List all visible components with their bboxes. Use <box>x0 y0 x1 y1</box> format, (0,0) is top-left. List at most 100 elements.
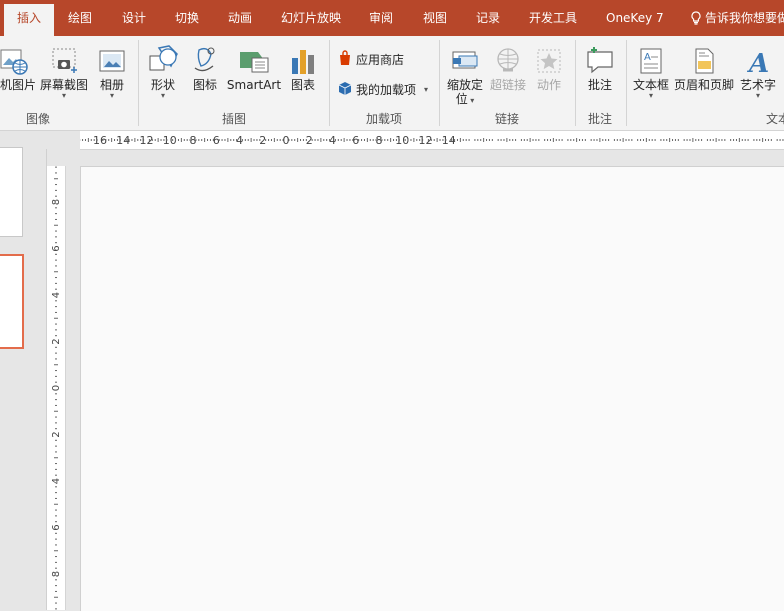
store-label: 应用商店 <box>356 53 405 67</box>
action-label: 动作 <box>536 78 561 92</box>
icons-label: 图标 <box>192 78 217 92</box>
photo-album-label: 相册 <box>99 78 124 92</box>
ruler-label: 8 <box>51 199 62 205</box>
screenshot-icon <box>52 48 77 73</box>
tab-transitions[interactable]: 切换 <box>175 0 199 36</box>
ruler-label: 14 <box>116 134 130 147</box>
hyperlink-button[interactable]: 超链接 <box>488 42 528 92</box>
vertical-ruler[interactable]: 8 6 4 2 0 2 4 6 8 <box>47 166 66 610</box>
group-separator <box>575 40 576 126</box>
group-label-comments: 批注 <box>588 112 613 126</box>
wordart-label: 艺术字 <box>739 78 776 92</box>
icons-button[interactable]: 图标 <box>187 42 223 92</box>
my-addins-label: 我的加载项 <box>356 83 417 97</box>
tab-draw[interactable]: 绘图 <box>68 0 92 36</box>
tab-design[interactable]: 设计 <box>122 0 146 36</box>
slide-thumbnail[interactable] <box>0 147 23 237</box>
textbox-button[interactable]: A 文本框 ▾ <box>632 42 670 100</box>
tab-animations[interactable]: 动画 <box>228 0 252 36</box>
comment-icon <box>587 47 613 74</box>
tab-insert[interactable]: 插入 <box>4 4 54 36</box>
ruler-label: 6 <box>51 245 62 251</box>
screenshot-label: 屏幕截图 <box>39 78 88 92</box>
shapes-dropdown-arrow: ▾ <box>160 91 165 100</box>
icons-icon <box>194 47 215 72</box>
lightbulb-icon <box>691 11 701 25</box>
group-label-illustrations: 插图 <box>222 112 247 126</box>
online-pictures-button[interactable]: 机图片 <box>0 42 36 92</box>
vertical-ruler-ticks: 8 6 4 2 0 2 4 6 8 <box>51 166 62 610</box>
textbox-icon: A <box>640 48 662 74</box>
group-label-links: 链接 <box>495 112 520 126</box>
zoom-label: 缩放定 <box>446 78 483 92</box>
comment-button[interactable]: 批注 <box>582 42 618 92</box>
store-button[interactable]: 应用商店 <box>337 50 404 69</box>
ruler-label: 2 <box>51 431 62 437</box>
tab-onekey[interactable]: OneKey 7 <box>606 0 664 36</box>
ruler-label: 12 <box>419 134 433 147</box>
smartart-icon <box>240 52 269 73</box>
slide-thumbnail-selected[interactable] <box>0 254 24 349</box>
tab-slideshow[interactable]: 幻灯片放映 <box>281 0 341 36</box>
comment-label: 批注 <box>587 78 612 92</box>
store-icon <box>340 50 350 65</box>
textbox-label: 文本框 <box>632 78 669 92</box>
ruler-corner <box>46 131 80 149</box>
header-footer-button[interactable]: 页眉和页脚 <box>673 42 735 92</box>
tell-me-box[interactable]: 告诉我你想要做什么 <box>690 0 784 36</box>
ruler-label: 4 <box>51 478 62 484</box>
shapes-label: 形状 <box>150 78 175 92</box>
ruler-label: 10 <box>163 134 177 147</box>
ruler-label: 4 <box>51 292 62 298</box>
hyperlink-icon <box>497 48 519 72</box>
screenshot-button[interactable]: 屏幕截图 ▾ <box>38 42 90 100</box>
group-label-images: 图像 <box>26 112 51 126</box>
header-footer-label: 页眉和页脚 <box>673 78 734 92</box>
ruler-label: 16 <box>93 134 107 147</box>
wordart-icon: A <box>746 49 769 76</box>
wordart-dropdown-arrow: ▾ <box>755 91 760 100</box>
action-icon <box>537 49 561 73</box>
shapes-button[interactable]: 形状 ▾ <box>145 42 181 100</box>
horizontal-ruler[interactable]: 16 14 12 10 8 6 4 2 0 2 4 6 8 10 12 14 <box>80 131 784 150</box>
chart-icon <box>292 50 314 74</box>
tab-view[interactable]: 视图 <box>423 0 447 36</box>
group-label-addins: 加载项 <box>366 112 403 126</box>
ruler-label: 8 <box>51 571 62 577</box>
svg-text:A: A <box>746 49 769 76</box>
ruler-label: 2 <box>51 338 62 344</box>
photo-album-dropdown-arrow: ▾ <box>109 91 114 100</box>
ruler-label: 6 <box>51 524 62 530</box>
group-label-text: 文本 <box>766 112 784 126</box>
ribbon-tab-bar: 插入 绘图 设计 切换 动画 幻灯片放映 审阅 视图 记录 开发工具 OneKe… <box>0 0 784 36</box>
smartart-label: SmartArt <box>226 78 282 92</box>
group-separator <box>439 40 440 126</box>
ruler-label: 0 <box>51 385 62 391</box>
my-addins-icon <box>338 82 352 95</box>
slide-canvas[interactable] <box>80 166 784 611</box>
wordart-button[interactable]: A 艺术字 ▾ <box>738 42 778 100</box>
screenshot-dropdown-arrow: ▾ <box>61 91 66 100</box>
horizontal-ruler-ticks: 16 14 12 10 8 6 4 2 0 2 4 6 8 10 12 14 <box>80 134 784 147</box>
my-addins-button[interactable]: 我的加载项 ▾ <box>337 80 428 99</box>
action-button[interactable]: 动作 <box>532 42 566 92</box>
shapes-icon <box>149 45 178 71</box>
ruler-label: 12 <box>140 134 154 147</box>
photo-album-icon <box>99 50 125 72</box>
online-pictures-label: 机图片 <box>0 78 36 92</box>
group-separator <box>138 40 139 126</box>
group-separator <box>626 40 627 126</box>
chart-button[interactable]: 图表 <box>286 42 320 92</box>
textbox-dropdown-arrow: ▾ <box>648 91 653 100</box>
tab-developer[interactable]: 开发工具 <box>529 0 577 36</box>
smartart-button[interactable]: SmartArt <box>226 42 282 92</box>
hyperlink-label: 超链接 <box>489 78 526 92</box>
tab-review[interactable]: 审阅 <box>369 0 393 36</box>
tell-me-text: 告诉我你想要做什么 <box>705 11 784 25</box>
zoom-button[interactable]: 缩放定 位 ▾ <box>444 42 486 106</box>
photo-album-button[interactable]: 相册 ▾ <box>94 42 130 100</box>
zoom-icon <box>452 51 478 69</box>
tab-record[interactable]: 记录 <box>476 0 500 36</box>
ruler-label: 10 <box>395 134 409 147</box>
chart-label: 图表 <box>290 78 315 92</box>
